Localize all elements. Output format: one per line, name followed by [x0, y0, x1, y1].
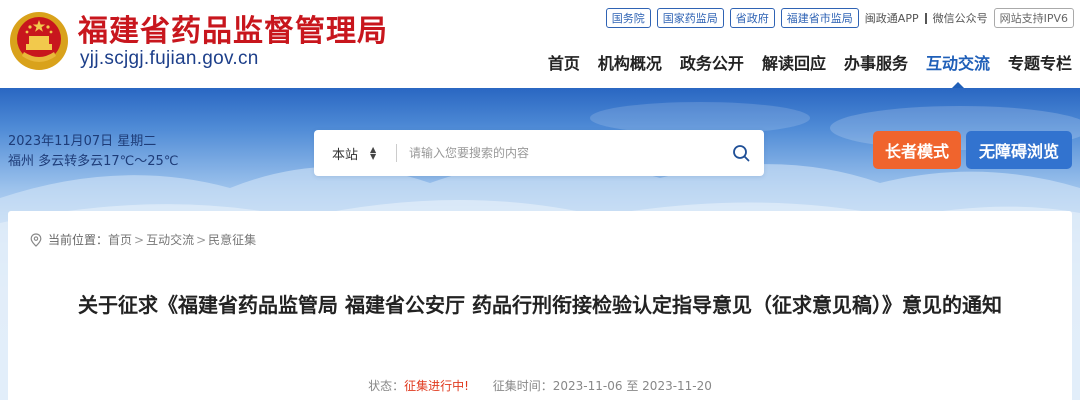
breadcrumb-opinion[interactable]: 民意征集	[208, 231, 256, 248]
search-button[interactable]	[718, 130, 764, 176]
main-nav: 首页 机构概况 政务公开 解读回应 办事服务 互动交流 专题专栏	[548, 50, 1072, 89]
accessibility-button[interactable]: 无障碍浏览	[966, 131, 1072, 169]
current-date: 2023年11月07日 星期二	[8, 134, 157, 149]
breadcrumb-separator: >	[134, 232, 145, 247]
article-meta: 状态：征集进行中! 征集时间：2023-11-06 至 2023-11-20	[8, 377, 1072, 394]
site-title[interactable]: 福建省药品监督管理局	[78, 6, 388, 50]
ipv6-badge: 网站支持IPV6	[993, 8, 1074, 28]
link-wechat[interactable]: 微信公众号	[933, 10, 988, 26]
period-end: 2023-11-20	[642, 379, 712, 393]
nav-interaction[interactable]: 互动交流	[926, 50, 990, 89]
site-domain: yjj.scjgj.fujian.gov.cn	[80, 48, 259, 69]
period-label: 征集时间：	[492, 379, 553, 393]
top-links: 国务院 国家药监局 省政府 福建省市监局 闽政通APP 微信公众号 网站支持IP…	[605, 8, 1074, 28]
location-pin-icon	[30, 232, 42, 247]
breadcrumb-home[interactable]: 首页	[108, 231, 132, 248]
link-province-gov[interactable]: 省政府	[729, 8, 775, 28]
weather-info: 福州 多云转多云17℃～25℃	[8, 154, 179, 169]
breadcrumb-interaction[interactable]: 互动交流	[146, 231, 194, 248]
breadcrumb-separator: >	[196, 232, 207, 247]
nav-services[interactable]: 办事服务	[844, 50, 908, 82]
nav-interpretation[interactable]: 解读回应	[762, 50, 826, 82]
date-weather: 2023年11月07日 星期二 福州 多云转多云17℃～25℃	[8, 132, 178, 172]
article-title: 关于征求《福建省药品监管局 福建省公安厅 药品行刑衔接检验认定指导意见（征求意见…	[78, 293, 1002, 317]
breadcrumb-label: 当前位置：	[48, 233, 109, 247]
site-header: 福建省药品监督管理局 yjj.scjgj.fujian.gov.cn 国务院 国…	[0, 0, 1080, 89]
nav-home[interactable]: 首页	[548, 50, 580, 82]
link-nmpa[interactable]: 国家药监局	[656, 8, 724, 28]
search-input[interactable]	[397, 146, 718, 160]
status-badge: 征集进行中!	[404, 379, 469, 393]
national-emblem-icon[interactable]	[8, 8, 70, 74]
search-bar: 本站 ▲ ▼	[314, 130, 764, 176]
search-scope-select[interactable]: 本站 ▲ ▼	[314, 144, 396, 163]
elder-mode-button[interactable]: 长者模式	[873, 131, 961, 169]
nav-topics[interactable]: 专题专栏	[1008, 50, 1072, 82]
link-state-council[interactable]: 国务院	[605, 8, 651, 28]
link-app[interactable]: 闽政通APP	[865, 10, 919, 26]
search-scope-label: 本站	[332, 147, 359, 163]
search-icon	[733, 145, 750, 162]
status-label: 状态：	[368, 379, 405, 393]
link-market-supervision[interactable]: 福建省市监局	[780, 8, 859, 28]
period-separator: 至	[626, 379, 639, 393]
breadcrumb: 当前位置： 首页 > 互动交流 > 民意征集	[30, 231, 256, 248]
divider	[924, 12, 927, 24]
period-start: 2023-11-06	[552, 379, 623, 393]
nav-organization[interactable]: 机构概况	[598, 50, 662, 82]
updown-arrows-icon: ▲ ▼	[370, 145, 377, 161]
article-card: 当前位置： 首页 > 互动交流 > 民意征集 关于征求《福建省药品监管局 福建省…	[8, 211, 1072, 400]
nav-gov-affairs[interactable]: 政务公开	[680, 50, 744, 82]
